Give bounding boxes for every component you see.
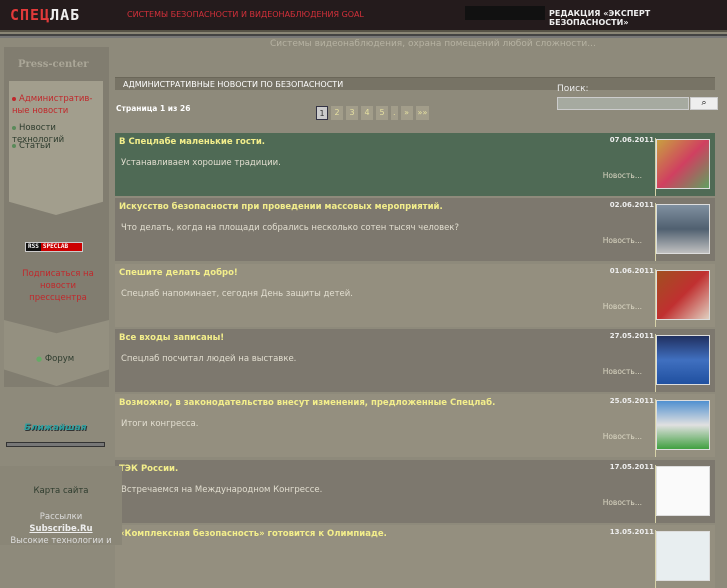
news-more-link[interactable]: Новость...: [603, 171, 642, 180]
news-title[interactable]: Все входы записаны!: [119, 333, 224, 343]
section-title: АДМИНИСТРАТИВНЫЕ НОВОСТИ ПО БЕЗОПАСНОСТИ: [123, 80, 344, 89]
header-divider: [0, 30, 727, 38]
bullet-icon: [12, 125, 16, 130]
page-ellipsis: .: [391, 106, 398, 120]
page-3[interactable]: 3: [346, 106, 358, 120]
logo-part: СПЕЦ: [10, 6, 51, 24]
news-thumbnail[interactable]: [656, 465, 710, 516]
news-item[interactable]: ТЭК России. 17.05.2011 Встречаемся на Ме…: [115, 459, 715, 523]
news-date: 25.05.2011: [609, 397, 654, 406]
news-thumbnail[interactable]: [656, 530, 710, 581]
news-title[interactable]: Спешите делать добро!: [119, 268, 238, 278]
news-summary: Спецлаб напоминает, сегодня День защиты …: [121, 288, 353, 299]
rss-brand: SPECLAB: [40, 243, 82, 251]
news-summary: Встречаемся на Международном Конгрессе.: [121, 484, 323, 495]
news-date: 27.05.2011: [609, 331, 654, 340]
news-summary: Спецлаб посчитал людей на выставке.: [121, 353, 297, 364]
sitemap-link[interactable]: Карта сайта: [0, 486, 122, 496]
search-button[interactable]: ⌕: [690, 97, 718, 110]
rss-label: RSS: [28, 243, 39, 250]
page-2[interactable]: 2: [331, 106, 343, 120]
nearest-events-heading: Ближайшая: [24, 423, 87, 433]
news-more-link[interactable]: Новость...: [603, 498, 642, 507]
page-5[interactable]: 5: [376, 106, 388, 120]
news-thumbnail[interactable]: [656, 269, 710, 320]
sidebar-title: Press-center: [18, 59, 89, 70]
pagination: 1 2 3 4 5 . » »»: [316, 106, 430, 120]
news-summary: Итоги конгресса.: [121, 419, 199, 430]
news-more-link[interactable]: Новость...: [603, 367, 642, 376]
logo-part: ЛАБ: [50, 6, 81, 24]
section-title-bar: АДМИНИСТРАТИВНЫЕ НОВОСТИ ПО БЕЗОПАСНОСТИ: [115, 77, 715, 90]
news-summary: Что делать, когда на площади собрались н…: [121, 223, 459, 234]
news-title[interactable]: «Комплексная безопасность» готовится к О…: [119, 529, 387, 539]
header: СПЕЦЛАБ СИСТЕМЫ БЕЗОПАСНОСТИ И ВИДЕОНАБЛ…: [0, 0, 727, 30]
page-4[interactable]: 4: [361, 106, 373, 120]
page-1[interactable]: 1: [316, 106, 328, 120]
news-thumbnail[interactable]: [656, 400, 710, 451]
news-item[interactable]: «Комплексная безопасность» готовится к О…: [115, 524, 715, 588]
news-title[interactable]: В Спецлабе маленькие гости.: [119, 137, 265, 147]
news-item[interactable]: Искусство безопасности при проведении ма…: [115, 198, 715, 262]
page-next[interactable]: »: [400, 106, 413, 120]
news-item[interactable]: Возможно, в законодательство внесут изме…: [115, 394, 715, 458]
subscribe-link[interactable]: Подписаться на новости прессцентра: [12, 268, 104, 304]
news-more-link[interactable]: Новость...: [603, 302, 642, 311]
page-last[interactable]: »»: [415, 106, 430, 120]
news-date: 07.06.2011: [609, 136, 654, 144]
header-tagline: СИСТЕМЫ БЕЗОПАСНОСТИ И ВИДЕОНАБЛЮДЕНИЯ G…: [127, 10, 364, 19]
subscribe-ru-link[interactable]: Subscribe.Ru: [0, 524, 122, 534]
sidebar-item-label: Статьи: [19, 141, 51, 151]
news-more-link[interactable]: Новость...: [603, 432, 642, 441]
news-thumbnail[interactable]: [656, 204, 710, 255]
header-banner: [465, 6, 545, 20]
news-thumbnail[interactable]: [656, 139, 710, 189]
logo[interactable]: СПЕЦЛАБ: [10, 6, 80, 24]
search-icon: ⌕: [701, 98, 707, 108]
mailing-label: Рассылки: [39, 512, 83, 522]
news-title[interactable]: Возможно, в законодательство внесут изме…: [119, 398, 495, 408]
news-date: 17.05.2011: [609, 462, 654, 471]
sidebar-item-articles[interactable]: Статьи: [12, 140, 104, 152]
news-more-link[interactable]: Новость...: [603, 236, 642, 245]
search-label: Поиск:: [557, 84, 589, 94]
bullet-icon: [12, 143, 16, 148]
news-item[interactable]: Спешите делать добро! 01.06.2011 Спецлаб…: [115, 263, 715, 327]
forum-link[interactable]: ● Форум: [36, 354, 74, 364]
bullet-icon: [12, 96, 16, 101]
news-date: 13.05.2011: [609, 527, 654, 536]
page-info: Страница 1 из 26: [116, 104, 191, 113]
bullet-icon: ●: [36, 355, 43, 363]
sidebar-item-label: Административ- ные новости: [12, 94, 93, 116]
news-summary: Устанавливаем хорошие традиции.: [121, 158, 281, 168]
header-editorial[interactable]: РЕДАКЦИЯ «ЭКСПЕРТ БЕЗОПАСНОСТИ»: [549, 9, 727, 27]
rss-badge[interactable]: RSS SPECLAB: [25, 242, 83, 252]
news-title[interactable]: Искусство безопасности при проведении ма…: [119, 202, 443, 212]
news-date: 02.06.2011: [609, 201, 654, 210]
news-thumbnail[interactable]: [656, 334, 710, 385]
sidebar-footer: Карта сайта Рассылки Subscribe.Ru Высоки…: [0, 466, 122, 546]
sidebar-item-admin-news[interactable]: Административ- ные новости: [12, 93, 104, 117]
news-item[interactable]: Все входы записаны! 27.05.2011 Спецлаб п…: [115, 328, 715, 392]
nearest-events-bar: [6, 442, 105, 447]
news-title[interactable]: ТЭК России.: [119, 464, 178, 474]
forum-label: Форум: [44, 354, 75, 364]
news-date: 01.06.2011: [609, 266, 654, 275]
subheader: Системы видеонаблюдения, охрана помещени…: [270, 39, 596, 49]
search-input[interactable]: [557, 97, 689, 110]
news-item[interactable]: В Спецлабе маленькие гости. 07.06.2011 У…: [115, 133, 715, 196]
